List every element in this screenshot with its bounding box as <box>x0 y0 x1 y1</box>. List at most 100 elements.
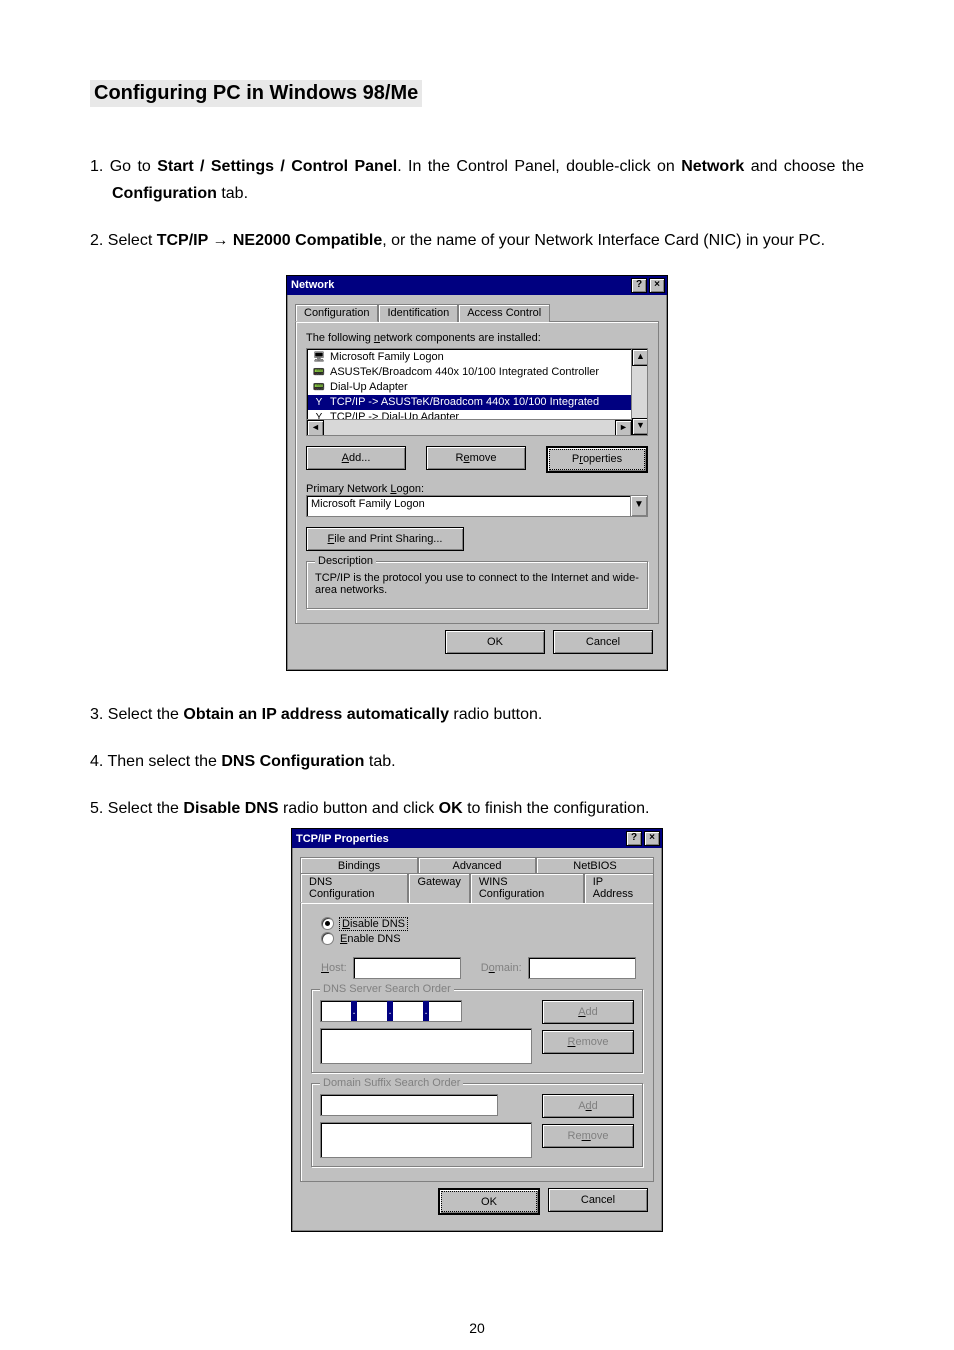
ok-button[interactable]: OK <box>445 630 545 654</box>
primary-logon-value: Microsoft Family Logon <box>307 496 630 516</box>
step1-b: Start / Settings / Control Panel <box>157 158 397 175</box>
step1-e: and choose the <box>744 158 864 175</box>
step-3: 3. Select the Obtain an IP address autom… <box>90 701 864 728</box>
dns-remove-button: Remove <box>542 1030 634 1054</box>
dropdown-icon[interactable]: ▼ <box>630 496 647 516</box>
page-heading: Configuring PC in Windows 98/Me <box>90 80 422 107</box>
configuration-panel: The following network components are ins… <box>295 321 659 624</box>
dns-search-order-legend: DNS Server Search Order <box>320 983 454 995</box>
remove-button[interactable]: Remove <box>426 446 526 470</box>
computer-icon: 🖥 <box>312 351 326 364</box>
tcpip-tabs-row1: Bindings Advanced NetBIOS <box>300 857 654 874</box>
scroll-left-icon[interactable]: ◄ <box>307 420 324 436</box>
disable-dns-radio[interactable]: Disable DNS <box>321 917 643 930</box>
scroll-up-icon[interactable]: ▲ <box>632 349 648 366</box>
close-button[interactable]: × <box>649 278 665 293</box>
step1-a: 1. Go to <box>90 158 157 175</box>
step5-d: OK <box>439 800 463 817</box>
tcpip-dialog: TCP/IP Properties ? × Bindings Advanced … <box>291 828 663 1232</box>
suffix-remove-button: Remove <box>542 1124 634 1148</box>
dns-add-button: Add <box>542 1000 634 1024</box>
step5-e: to finish the configuration. <box>463 800 650 817</box>
cancel-button[interactable]: Cancel <box>553 630 653 654</box>
host-field <box>353 957 461 979</box>
host-label: Host: <box>321 962 347 974</box>
step2-a: 2. Select <box>90 232 157 249</box>
components-listbox[interactable]: 🖥Microsoft Family Logon 📟ASUSTeK/Broadco… <box>306 348 648 436</box>
list-item[interactable]: 📟ASUSTeK/Broadcom 440x 10/100 Integrated… <box>308 365 646 380</box>
list-item-selected[interactable]: YTCP/IP -> ASUSTeK/Broadcom 440x 10/100 … <box>308 395 646 410</box>
tab-dns-configuration[interactable]: DNS Configuration <box>300 873 408 903</box>
scrollbar-horizontal[interactable]: ◄ ► <box>307 419 632 435</box>
close-button[interactable]: × <box>644 831 660 846</box>
adapter-icon: 📟 <box>312 366 326 379</box>
step3-b: Obtain an IP address automatically <box>183 706 449 723</box>
domain-suffix-legend: Domain Suffix Search Order <box>320 1077 463 1089</box>
dns-search-order-group: DNS Server Search Order ... Add Remove <box>311 989 643 1073</box>
step2-b: TCP/IP <box>157 232 213 249</box>
cancel-button[interactable]: Cancel <box>548 1188 648 1212</box>
tcpip-titlebar: TCP/IP Properties ? × <box>292 829 662 848</box>
tab-access-control[interactable]: Access Control <box>458 304 550 322</box>
tab-configuration[interactable]: Configuration <box>295 304 378 322</box>
dns-panel: Disable DNS Enable DNS Host: Domain: DNS… <box>300 902 654 1182</box>
primary-logon-combo[interactable]: Microsoft Family Logon ▼ <box>306 495 648 517</box>
primary-logon-label: Primary Network Logon: <box>306 483 648 495</box>
description-text: TCP/IP is the protocol you use to connec… <box>315 572 639 600</box>
suffix-field <box>320 1094 498 1116</box>
file-print-sharing-button[interactable]: File and Print Sharing... <box>306 527 464 551</box>
tab-wins-configuration[interactable]: WINS Configuration <box>470 873 584 903</box>
properties-button[interactable]: Properties <box>546 446 648 473</box>
scroll-right-icon[interactable]: ► <box>615 420 632 436</box>
step1-d: Network <box>681 158 744 175</box>
domain-suffix-group: Domain Suffix Search Order Add Remove <box>311 1083 643 1167</box>
step1-f: Configuration <box>112 185 217 202</box>
step2-c: NE2000 Compatible <box>228 232 382 249</box>
step3-c: radio button. <box>449 706 542 723</box>
ok-button[interactable]: OK <box>438 1188 540 1215</box>
step2-arrow: → <box>212 232 228 249</box>
tab-identification[interactable]: Identification <box>378 304 458 322</box>
step1-g: tab. <box>217 185 248 202</box>
tcpip-tabs-row2: DNS Configuration Gateway WINS Configura… <box>300 873 654 903</box>
step2-d: , or the name of your Network Interface … <box>382 232 825 249</box>
enable-dns-radio[interactable]: Enable DNS <box>321 932 643 945</box>
network-tabs: Configuration Identification Access Cont… <box>295 304 659 322</box>
tab-ip-address[interactable]: IP Address <box>584 873 654 903</box>
domain-label: Domain: <box>481 962 522 974</box>
step5-b: Disable DNS <box>183 800 278 817</box>
step5-c: radio button and click <box>279 800 439 817</box>
network-dialog: Network ? × Configuration Identification… <box>286 275 668 671</box>
step-2: 2. Select TCP/IP → NE2000 Compatible, or… <box>90 227 864 254</box>
list-item[interactable]: 📟Dial-Up Adapter <box>308 380 646 395</box>
domain-field <box>528 957 636 979</box>
description-legend: Description <box>315 555 376 567</box>
adapter-icon: 📟 <box>312 381 326 394</box>
step4-b: DNS Configuration <box>221 753 364 770</box>
tab-netbios[interactable]: NetBIOS <box>536 857 654 874</box>
step1-c: . In the Control Panel, double-click on <box>397 158 681 175</box>
tab-gateway[interactable]: Gateway <box>408 873 469 903</box>
tab-advanced[interactable]: Advanced <box>418 857 536 874</box>
dns-server-list <box>320 1028 532 1064</box>
help-button[interactable]: ? <box>631 278 647 293</box>
list-item[interactable]: 🖥Microsoft Family Logon <box>308 350 646 365</box>
network-title: Network <box>291 279 334 291</box>
tab-bindings[interactable]: Bindings <box>300 857 418 874</box>
help-button[interactable]: ? <box>626 831 642 846</box>
scroll-down-icon[interactable]: ▼ <box>632 418 648 435</box>
step4-a: 4. Then select the <box>90 753 221 770</box>
add-button[interactable]: Add... <box>306 446 406 470</box>
step3-a: 3. Select the <box>90 706 183 723</box>
description-group: Description TCP/IP is the protocol you u… <box>306 561 648 609</box>
tcpip-title: TCP/IP Properties <box>296 833 389 845</box>
dns-ip-field: ... <box>320 1000 462 1022</box>
scrollbar-vertical[interactable]: ▲ ▼ <box>631 349 647 435</box>
suffix-add-button: Add <box>542 1094 634 1118</box>
step5-a: 5. Select the <box>90 800 183 817</box>
network-titlebar: Network ? × <box>287 276 667 295</box>
step4-c: tab. <box>364 753 395 770</box>
page-number: 20 <box>0 1320 954 1336</box>
radio-dot-icon <box>321 917 334 930</box>
installed-label: The following network components are ins… <box>306 332 648 344</box>
